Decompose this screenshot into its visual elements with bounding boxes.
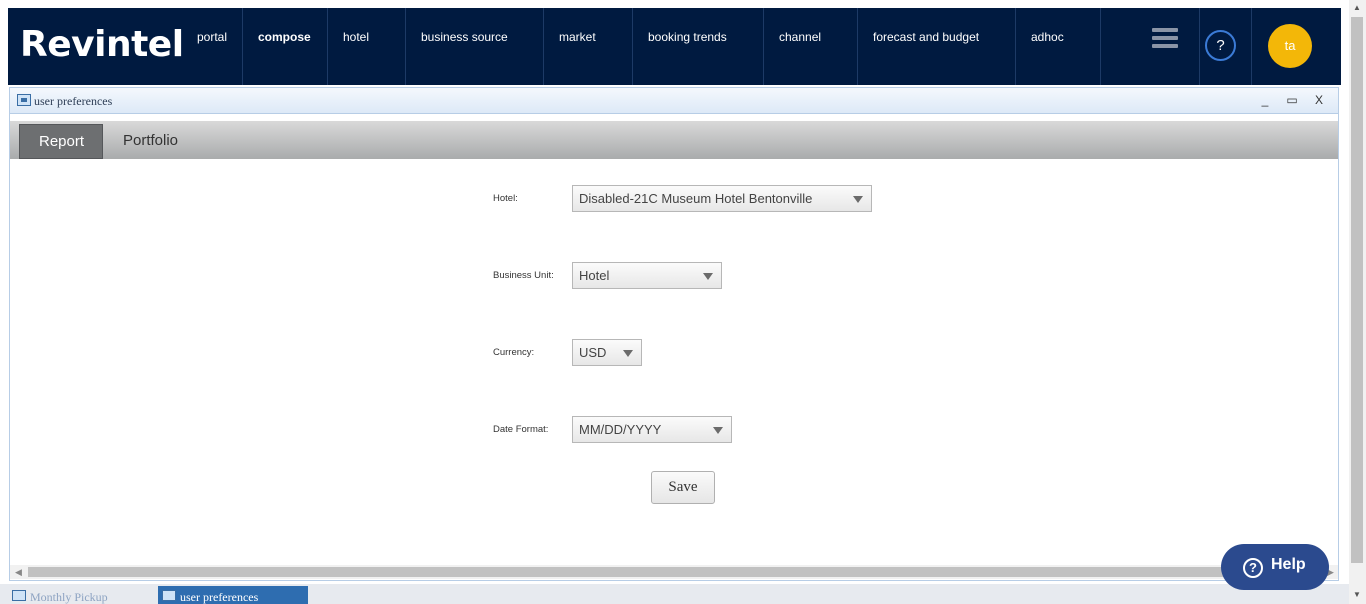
nav-booking-trends[interactable]: booking trends <box>633 8 764 85</box>
task-user-preferences[interactable]: user preferences <box>158 586 308 604</box>
nav-portal[interactable]: portal <box>182 8 243 85</box>
close-button[interactable]: X <box>1310 92 1328 108</box>
help-question-button[interactable]: ? <box>1205 30 1236 61</box>
help-widget-label: Help <box>1271 556 1306 573</box>
hotel-select[interactable]: Disabled-21C Museum Hotel Bentonville <box>572 185 872 212</box>
business-unit-label: Business Unit: <box>493 270 554 281</box>
task-label: Monthly Pickup <box>30 590 108 604</box>
hotel-label: Hotel: <box>493 193 518 204</box>
window-icon <box>12 590 26 601</box>
minimize-button[interactable]: _ <box>1256 92 1274 108</box>
help-widget-button[interactable]: ? Help <box>1221 544 1329 590</box>
currency-select-value: USD <box>579 345 607 360</box>
user-preferences-window: user preferences _ ▭ X Report Portfolio … <box>9 87 1339 581</box>
window-taskbar: Monthly Pickup user preferences <box>0 584 1349 604</box>
maximize-button[interactable]: ▭ <box>1283 92 1301 108</box>
nav-business-source[interactable]: business source <box>406 8 544 85</box>
app-root: Revintel portal compose hotel business s… <box>0 0 1366 604</box>
date-format-label: Date Format: <box>493 424 549 435</box>
nav-divider <box>1199 8 1200 85</box>
question-icon: ? <box>1243 558 1263 578</box>
hotel-select-value: Disabled-21C Museum Hotel Bentonville <box>579 191 813 206</box>
scroll-up-icon[interactable]: ▲ <box>1353 3 1361 12</box>
scroll-down-icon[interactable]: ▼ <box>1353 590 1361 599</box>
nav-channel[interactable]: channel <box>764 8 858 85</box>
dropdown-caret-icon <box>713 427 723 434</box>
window-icon <box>17 94 31 106</box>
dropdown-caret-icon <box>623 350 633 357</box>
horizontal-scroll-thumb[interactable] <box>28 567 1318 577</box>
hamburger-menu-icon[interactable] <box>1152 28 1178 50</box>
currency-select[interactable]: USD <box>572 339 642 366</box>
currency-label: Currency: <box>493 347 535 358</box>
top-navigation-bar: Revintel portal compose hotel business s… <box>8 8 1341 85</box>
user-avatar[interactable]: ta <box>1268 24 1312 68</box>
window-titlebar[interactable]: user preferences _ ▭ X <box>10 88 1338 114</box>
date-format-select[interactable]: MM/DD/YYYY <box>572 416 732 443</box>
tab-portfolio[interactable]: Portfolio <box>104 124 204 159</box>
nav-divider <box>1251 8 1252 85</box>
business-unit-select-value: Hotel <box>579 268 610 283</box>
task-label: user preferences <box>180 590 259 604</box>
tab-report[interactable]: Report <box>19 124 103 159</box>
dropdown-caret-icon <box>703 273 713 280</box>
scroll-left-icon[interactable]: ◀ <box>15 567 22 578</box>
nav-adhoc[interactable]: adhoc <box>1016 8 1101 85</box>
task-monthly-pickup[interactable]: Monthly Pickup <box>8 586 148 604</box>
nav-hotel[interactable]: hotel <box>328 8 406 85</box>
window-title: user preferences <box>34 94 113 108</box>
business-unit-select[interactable]: Hotel <box>572 262 722 289</box>
revintel-logo[interactable]: Revintel <box>20 24 184 65</box>
date-format-select-value: MM/DD/YYYY <box>579 422 662 437</box>
window-icon <box>162 590 176 601</box>
nav-compose[interactable]: compose <box>243 8 328 85</box>
nav-market[interactable]: market <box>544 8 633 85</box>
save-button[interactable]: Save <box>651 471 715 504</box>
tab-bar: Report Portfolio <box>10 121 1338 159</box>
vertical-scroll-thumb[interactable] <box>1351 17 1363 563</box>
nav-forecast-and-budget[interactable]: forecast and budget <box>858 8 1016 85</box>
page-vertical-scrollbar[interactable]: ▲ ▼ <box>1349 0 1366 604</box>
horizontal-scrollbar[interactable]: ◀ ▶ <box>10 565 1338 579</box>
dropdown-caret-icon <box>853 196 863 203</box>
